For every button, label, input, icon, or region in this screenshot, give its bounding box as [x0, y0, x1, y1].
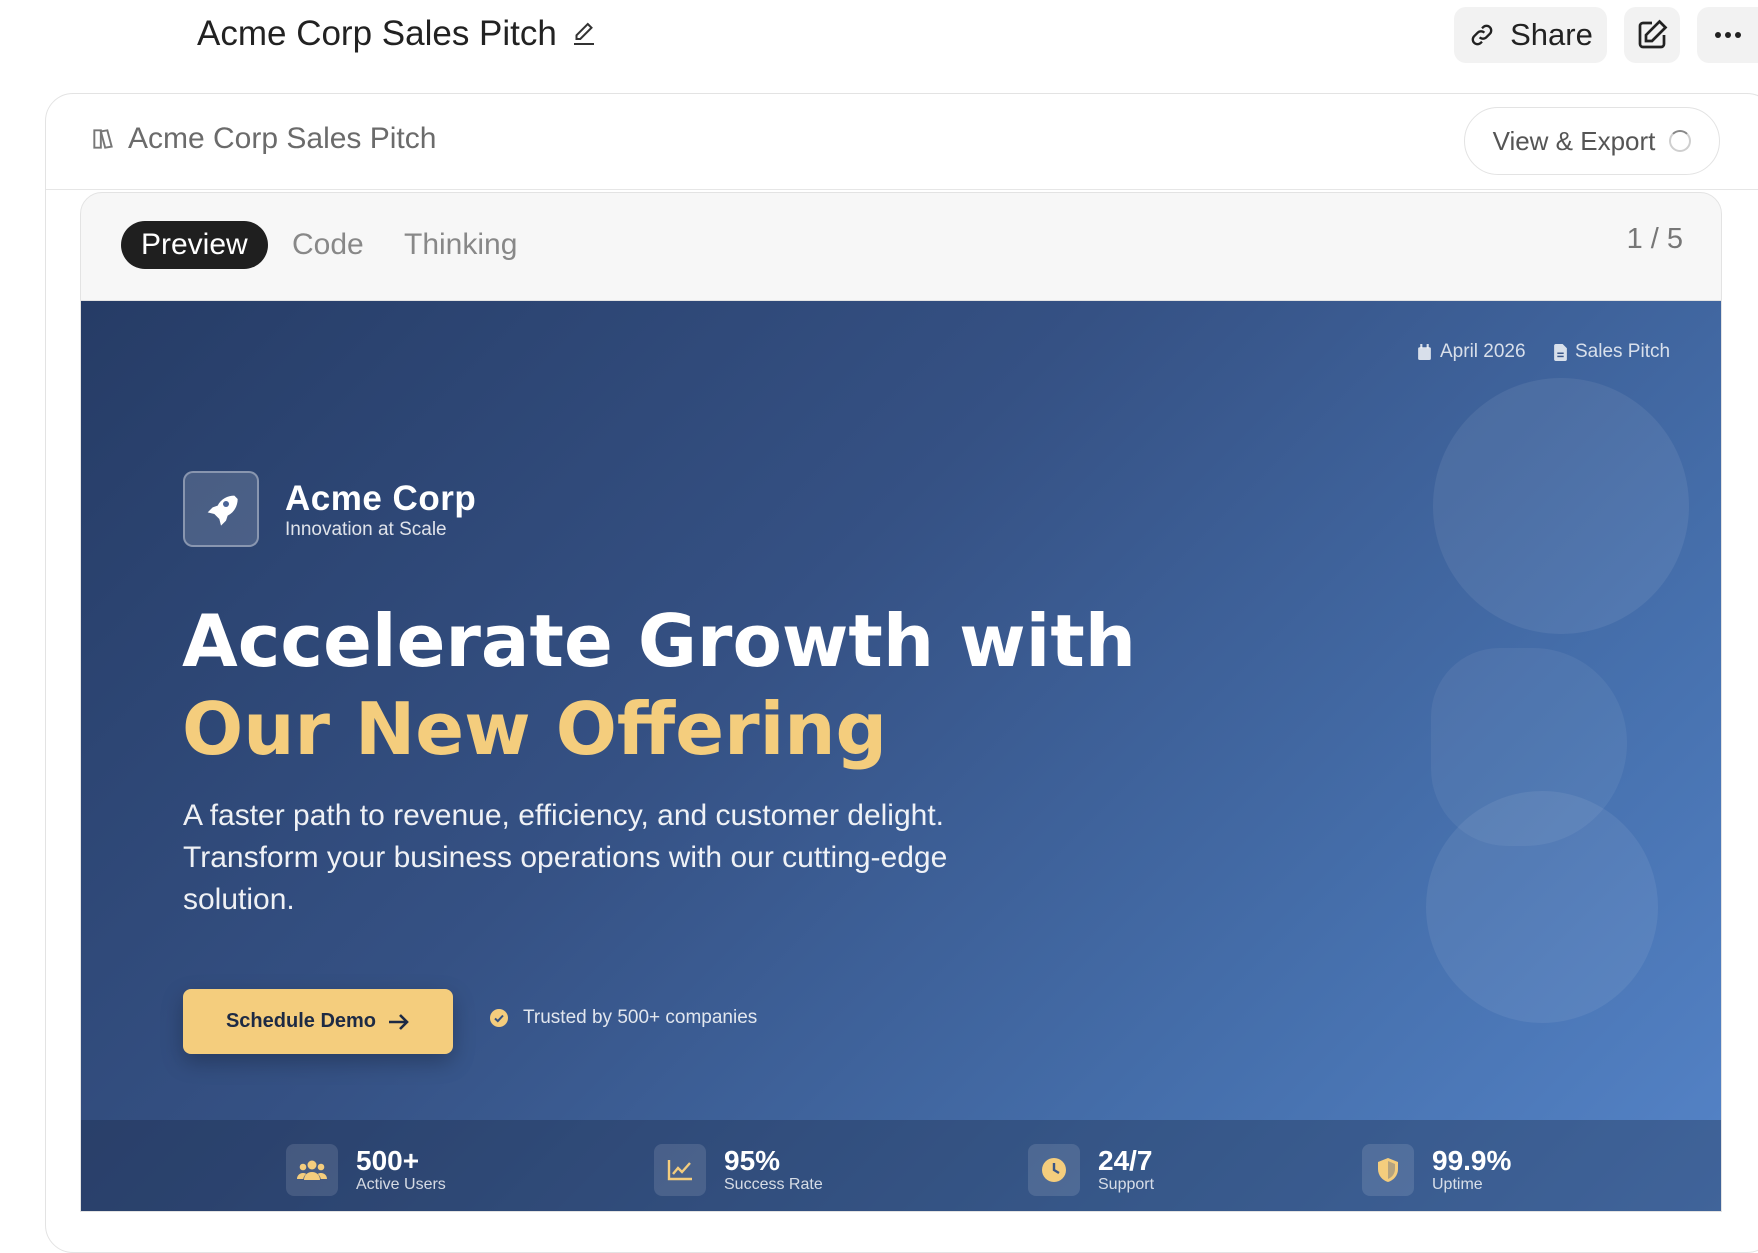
- stat-value: 99.9%: [1432, 1145, 1512, 1176]
- stat-value: 24/7: [1098, 1145, 1153, 1176]
- edit-button[interactable]: [1624, 7, 1680, 63]
- shield-icon: [1362, 1144, 1414, 1196]
- page-indicator: 1 / 5: [1626, 223, 1683, 255]
- rocket-icon: [207, 495, 238, 526]
- link-icon: [1471, 24, 1493, 46]
- decorative-circle: [1433, 378, 1689, 634]
- artifact-title-text: Acme Corp Sales Pitch: [128, 122, 437, 155]
- stat-label: Active Users: [356, 1176, 446, 1193]
- document-title[interactable]: Acme Corp Sales Pitch: [197, 14, 599, 54]
- artifact-viewer: Preview Code Thinking 1 / 5 April 2026 S…: [80, 192, 1722, 1212]
- stats-bar: 500+ Active Users 95% Success Rate 24/7 …: [81, 1120, 1721, 1211]
- tab-code[interactable]: Code: [292, 221, 364, 269]
- artifact-header: Acme Corp Sales Pitch View & Export: [46, 94, 1758, 190]
- stat-value: 95%: [724, 1145, 781, 1176]
- brand-name: Acme Corp: [285, 479, 477, 518]
- calendar-icon: [1418, 343, 1431, 360]
- arrow-right-icon: [389, 1013, 409, 1030]
- slide-date: April 2026: [1417, 341, 1526, 363]
- loading-spinner-icon: [1669, 130, 1692, 152]
- stat-label: Support: [1098, 1176, 1155, 1193]
- users-icon: [286, 1144, 338, 1196]
- stat-label: Uptime: [1432, 1176, 1483, 1193]
- share-button[interactable]: Share: [1454, 7, 1607, 63]
- chart-line-icon: [654, 1144, 706, 1196]
- decorative-circle: [1426, 791, 1658, 1023]
- trusted-badge: Trusted by 500+ companies: [489, 1007, 757, 1029]
- tab-thinking[interactable]: Thinking: [404, 221, 517, 269]
- edit-icon: [1638, 19, 1668, 49]
- document-icon: [1554, 343, 1567, 361]
- schedule-demo-button[interactable]: Schedule Demo: [183, 989, 453, 1054]
- check-circle-icon: [490, 1009, 508, 1027]
- view-export-button[interactable]: View & Export: [1464, 107, 1720, 175]
- more-options-button[interactable]: [1697, 7, 1758, 63]
- book-icon: [93, 129, 113, 149]
- tab-preview[interactable]: Preview: [121, 221, 268, 269]
- slide-subtext: A faster path to revenue, efficiency, an…: [183, 799, 948, 916]
- headline-line-1: Accelerate Growth with: [182, 599, 1137, 683]
- artifact-title: Acme Corp Sales Pitch: [90, 122, 436, 156]
- schedule-demo-label: Schedule Demo: [225, 1010, 377, 1032]
- pencil-icon[interactable]: [569, 19, 599, 49]
- slide-preview: April 2026 Sales Pitch Acme Corp Innovat…: [81, 301, 1721, 1211]
- stat-value: 500+: [356, 1145, 420, 1176]
- top-bar: Acme Corp Sales Pitch Share: [0, 0, 1758, 72]
- trusted-text: Trusted by 500+ companies: [523, 1007, 758, 1028]
- stat-support: 24/7 Support: [1028, 1144, 1154, 1196]
- slide-date-text: April 2026: [1440, 341, 1526, 362]
- slide-type-text: Sales Pitch: [1575, 341, 1671, 362]
- stat-success-rate: 95% Success Rate: [654, 1144, 823, 1196]
- slide-type: Sales Pitch: [1554, 341, 1670, 363]
- slide-headline: Accelerate Growth with Our New Offering: [182, 597, 1136, 773]
- clock-icon: [1028, 1144, 1080, 1196]
- ellipsis-icon: [1714, 32, 1741, 38]
- share-label: Share: [1510, 17, 1593, 52]
- brand-tagline: Innovation at Scale: [285, 519, 447, 540]
- brand-logo: [183, 471, 259, 547]
- document-title-text: Acme Corp Sales Pitch: [197, 14, 557, 53]
- stat-uptime: 99.9% Uptime: [1362, 1144, 1511, 1196]
- artifact-panel: Acme Corp Sales Pitch View & Export Prev…: [45, 93, 1758, 1253]
- headline-line-2: Our New Offering: [182, 687, 888, 771]
- view-tabs: Preview Code Thinking 1 / 5: [81, 193, 1721, 301]
- stat-active-users: 500+ Active Users: [286, 1144, 446, 1196]
- view-export-label: View & Export: [1492, 125, 1656, 156]
- stat-label: Success Rate: [724, 1176, 823, 1193]
